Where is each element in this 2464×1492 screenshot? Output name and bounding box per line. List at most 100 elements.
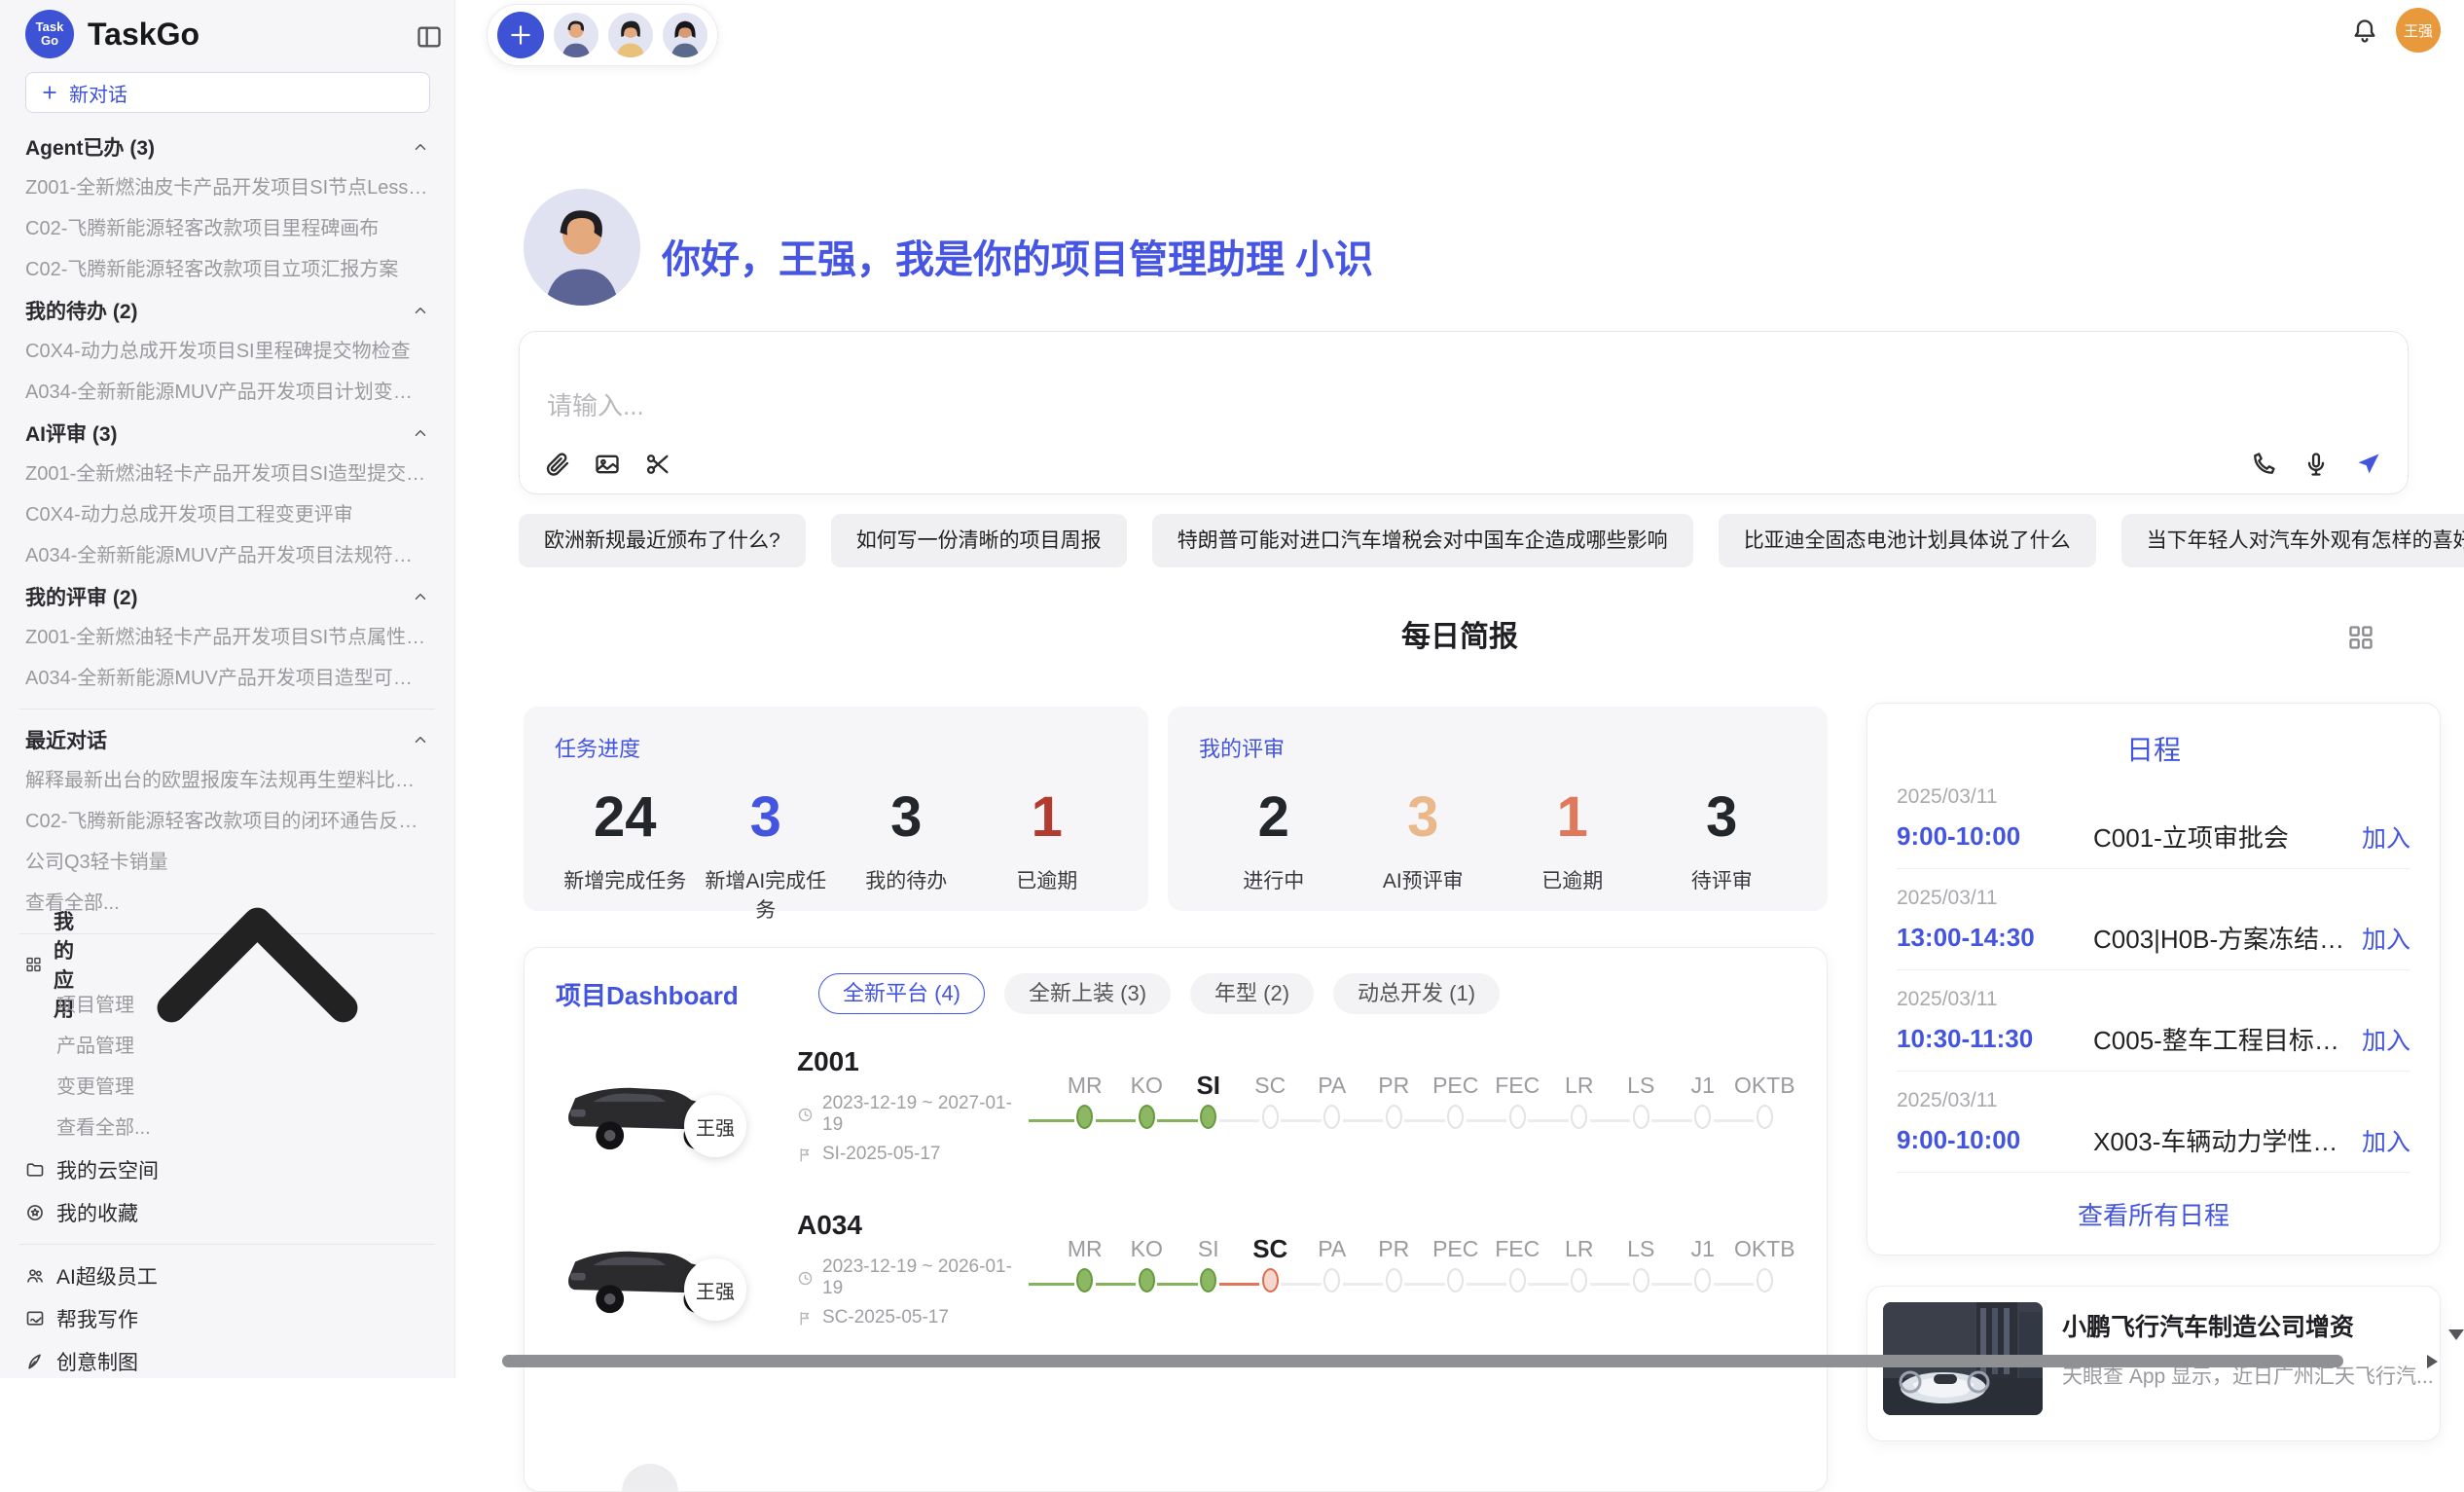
image-icon[interactable]	[594, 451, 621, 478]
milestone: J1	[1672, 1229, 1734, 1303]
milestone-connector	[1590, 1119, 1631, 1122]
sidebar-task-item[interactable]: Z001-全新燃油轻卡产品开发项目SI节点属性5D文件评审	[25, 617, 429, 658]
suggestion-chip[interactable]: 当下年轻人对汽车外观有怎样的喜好趋势	[2121, 514, 2464, 567]
milestone-connector	[1404, 1119, 1445, 1122]
milestone-dot	[1386, 1105, 1402, 1129]
dashboard-tab[interactable]: 全新平台 (4)	[818, 973, 985, 1014]
message-input[interactable]	[547, 386, 2007, 425]
suggestion-chips: 欧洲新规最近颁布了什么? 如何写一份清晰的项目周报特朗普可能对进口汽车增税会对中国…	[519, 514, 2409, 567]
sidebar-task-item[interactable]: Z001-全新燃油轻卡产品开发项目SI造型提交物评审	[25, 454, 429, 494]
milestone: OKTB	[1734, 1229, 1796, 1303]
scissors-icon[interactable]	[644, 451, 671, 478]
join-link[interactable]: 加入	[2362, 1123, 2410, 1158]
project-row[interactable]: 王强 Z001 2023-12-19 ~ 2027-01-19 SI-2025-…	[525, 1024, 1827, 1187]
section-header[interactable]: Agent已办 (3)	[25, 127, 429, 167]
scroll-down-arrow[interactable]	[2448, 1329, 2464, 1340]
recent-chats-header[interactable]: 最近对话	[25, 719, 429, 760]
new-chat-button[interactable]: 新对话	[25, 72, 430, 113]
sidebar-task-item[interactable]: C02-飞腾新能源轻客改款项目立项汇报方案	[25, 249, 429, 290]
sidebar-item-favorites[interactable]: 我的收藏	[25, 1191, 429, 1234]
milestone: MR	[1054, 1066, 1116, 1140]
milestone-connector	[1343, 1119, 1384, 1122]
send-icon[interactable]	[2355, 451, 2382, 478]
milestone: PA	[1301, 1066, 1363, 1140]
milestone-dot	[1200, 1105, 1216, 1129]
my-apps-header[interactable]: 我的应用	[25, 944, 429, 985]
milestone-dot	[1323, 1268, 1340, 1292]
mic-icon[interactable]	[2302, 451, 2330, 478]
clock-icon	[797, 1270, 814, 1287]
milestone-connector	[1029, 1283, 1074, 1286]
sidebar-item-cloud[interactable]: 我的云空间	[25, 1148, 429, 1191]
task-progress-card: 任务进度 24 新增完成任务 3 新增AI完成任务 3 我的待办 1	[524, 707, 1148, 911]
view-all-schedule-link[interactable]: 查看所有日程	[1897, 1196, 2410, 1232]
milestone: LS	[1611, 1229, 1673, 1303]
layout-grid-icon[interactable]	[2347, 624, 2374, 651]
sidebar-task-item[interactable]: A034-全新新能源MUV产品开发项目法规符合性评审	[25, 535, 429, 576]
chevron-up-icon[interactable]	[412, 302, 429, 319]
add-agent-button[interactable]	[497, 12, 544, 58]
section-header[interactable]: AI评审 (3)	[25, 413, 429, 454]
milestone-label: SI	[1178, 1066, 1240, 1105]
user-avatar[interactable]: 王强	[2396, 8, 2441, 53]
milestone-dot	[1571, 1105, 1587, 1129]
milestone-connector	[1281, 1283, 1322, 1286]
milestone: PA	[1301, 1229, 1363, 1303]
join-link[interactable]: 加入	[2362, 1022, 2410, 1057]
milestone-connector	[1467, 1283, 1507, 1286]
horizontal-scrollbar[interactable]	[502, 1355, 2343, 1367]
sidebar-collapse-icon[interactable]	[416, 23, 443, 51]
suggestion-chip[interactable]: 比亚迪全固态电池计划具体说了什么	[1719, 514, 2096, 567]
section-header[interactable]: 我的待办 (2)	[25, 290, 429, 331]
agent-avatar-1[interactable]	[554, 13, 598, 57]
briefing-title: 每日简报	[455, 613, 2464, 662]
join-link[interactable]: 加入	[2362, 819, 2410, 855]
chevron-up-icon[interactable]	[412, 138, 429, 156]
phone-icon[interactable]	[2250, 451, 2277, 478]
sidebar-task-item[interactable]: A034-全新新能源MUV产品开发项目造型可行性评审	[25, 658, 429, 699]
suggestion-chip[interactable]: 欧洲新规最近颁布了什么?	[519, 514, 806, 567]
milestone: LR	[1548, 1066, 1611, 1140]
suggestion-chip[interactable]: 特朗普可能对进口汽车增税会对中国车企造成哪些影响	[1152, 514, 1693, 567]
milestone-dot	[1571, 1268, 1587, 1292]
milestone-label: OKTB	[1734, 1066, 1796, 1105]
chevron-up-icon[interactable]	[412, 424, 429, 442]
dashboard-tab[interactable]: 全新上装 (3)	[1004, 973, 1171, 1014]
milestone-dot	[1694, 1268, 1711, 1292]
chevron-up-icon[interactable]	[412, 588, 429, 605]
milestone-dot	[1076, 1105, 1093, 1129]
milestone-connector	[1528, 1119, 1569, 1122]
milestone: OKTB	[1734, 1066, 1796, 1140]
schedule-date: 2025/03/11	[1897, 887, 2410, 910]
chevron-up-icon[interactable]	[86, 793, 429, 1137]
notification-bell-icon[interactable]	[2351, 18, 2378, 45]
sidebar-task-item[interactable]: C02-飞腾新能源轻客改款项目里程碑画布	[25, 208, 429, 249]
milestone-label: MR	[1054, 1066, 1116, 1105]
dashboard-tab[interactable]: 年型 (2)	[1190, 973, 1314, 1014]
milestone-dot	[1386, 1268, 1402, 1292]
paperclip-icon[interactable]	[543, 451, 570, 478]
chevron-up-icon[interactable]	[412, 731, 429, 748]
sidebar-task-item[interactable]: Z001-全新燃油皮卡产品开发项目SI节点Lesson Learn报告	[25, 167, 429, 208]
sidebar-task-item[interactable]: C0X4-动力总成开发项目工程变更评审	[25, 494, 429, 535]
agent-avatar-3[interactable]	[663, 13, 707, 57]
section-header[interactable]: 我的评审 (2)	[25, 576, 429, 617]
schedule-event-title: C005-整车工程目标评审	[2093, 1021, 2348, 1057]
sidebar-item-draw[interactable]: 创意制图	[25, 1340, 429, 1378]
scroll-right-arrow[interactable]	[2427, 1355, 2438, 1368]
sidebar-item-write[interactable]: 帮我写作	[25, 1297, 429, 1340]
agent-avatar-2[interactable]	[608, 13, 653, 57]
sidebar-task-item[interactable]: A034-全新新能源MUV产品开发项目计划变更表编写	[25, 372, 429, 413]
task-section: 我的待办 (2) C0X4-动力总成开发项目SI里程碑提交物检查A034-全新新…	[25, 290, 429, 413]
suggestion-chip[interactable]: 如何写一份清晰的项目周报	[831, 514, 1127, 567]
flag-icon	[797, 1146, 814, 1163]
dashboard-tab[interactable]: 动总开发 (1)	[1333, 973, 1500, 1014]
milestone: FEC	[1487, 1229, 1549, 1303]
project-row[interactable]: 王强 A034 2023-12-19 ~ 2026-01-19 SC-2025-…	[525, 1187, 1827, 1351]
clock-icon	[797, 1107, 814, 1123]
sidebar-item-ai-staff[interactable]: AI超级员工	[25, 1255, 429, 1297]
news-title: 小鹏飞行汽车制造公司增资	[2062, 1308, 2434, 1343]
sidebar-task-item[interactable]: C0X4-动力总成开发项目SI里程碑提交物检查	[25, 331, 429, 372]
milestone-connector	[1157, 1283, 1198, 1286]
join-link[interactable]: 加入	[2362, 921, 2410, 956]
